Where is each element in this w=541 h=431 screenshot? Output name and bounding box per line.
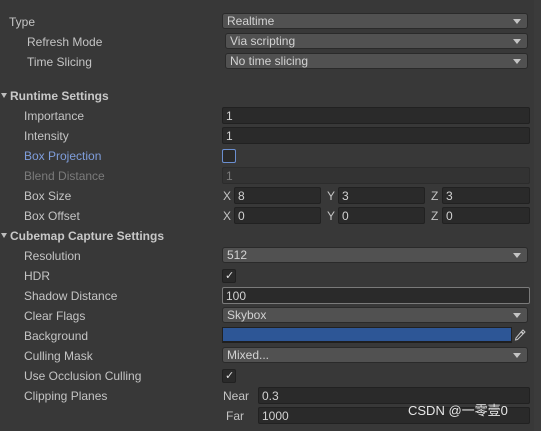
hdr-checkbox[interactable]: ✓ — [222, 269, 236, 283]
refresh-mode-value: Via scripting — [230, 34, 296, 48]
cubemap-capture-foldout[interactable]: Cubemap Capture Settings — [0, 226, 541, 246]
background-color-field[interactable] — [222, 327, 512, 343]
scrollbar[interactable] — [534, 0, 541, 431]
occlusion-culling-checkbox[interactable]: ✓ — [222, 369, 236, 383]
shadow-distance-field[interactable]: 100 — [222, 287, 530, 304]
intensity-row: Intensity 1 — [0, 126, 541, 146]
type-label: Type — [9, 15, 36, 29]
near-label: Near — [223, 389, 250, 403]
shadow-distance-row: Shadow Distance 100 — [0, 286, 541, 306]
runtime-settings-header: Runtime Settings — [10, 89, 109, 103]
chevron-down-icon — [513, 353, 521, 358]
resolution-value: 512 — [227, 248, 248, 262]
box-projection-label: Box Projection — [24, 149, 102, 163]
type-dropdown[interactable]: Realtime — [222, 13, 528, 29]
box-offset-y-field[interactable]: 0 — [338, 207, 425, 224]
watermark-text: CSDN @一零壹0 — [408, 403, 508, 418]
box-offset-y-value: 0 — [342, 209, 349, 223]
refresh-mode-row: Refresh Mode Via scripting — [0, 32, 541, 52]
chevron-down-icon — [513, 59, 521, 64]
box-size-x-field[interactable]: 8 — [234, 187, 321, 204]
intensity-value: 1 — [226, 129, 233, 143]
time-slicing-label: Time Slicing — [27, 55, 92, 69]
box-size-y-field[interactable]: 3 — [338, 187, 425, 204]
hdr-row: HDR ✓ — [0, 266, 541, 286]
blend-distance-value: 1 — [226, 169, 233, 183]
box-size-row: Box Size X 8 Y 3 Z 3 — [0, 186, 541, 206]
checkmark-icon: ✓ — [225, 270, 235, 282]
box-offset-x-field[interactable]: 0 — [234, 207, 321, 224]
box-size-x-value: 8 — [238, 189, 245, 203]
foldout-arrow-icon[interactable] — [1, 93, 7, 98]
background-label: Background — [24, 329, 89, 343]
box-projection-row: Box Projection — [0, 146, 541, 166]
box-size-z-value: 3 — [446, 189, 453, 203]
box-offset-z-field[interactable]: 0 — [442, 207, 530, 224]
runtime-settings-foldout[interactable]: Runtime Settings — [0, 86, 541, 106]
y-axis-label: Y — [327, 189, 336, 203]
clipping-planes-label: Clipping Planes — [24, 389, 108, 403]
culling-mask-row: Culling Mask Mixed... — [0, 346, 541, 366]
refresh-mode-dropdown[interactable]: Via scripting — [225, 33, 528, 49]
x-axis-label: X — [223, 209, 232, 223]
importance-label: Importance — [24, 109, 85, 123]
box-size-y-value: 3 — [342, 189, 349, 203]
box-offset-label: Box Offset — [24, 209, 80, 223]
box-offset-row: Box Offset X 0 Y 0 Z 0 — [0, 206, 541, 226]
chevron-down-icon — [513, 253, 521, 258]
hdr-label: HDR — [24, 269, 50, 283]
occlusion-culling-label: Use Occlusion Culling — [24, 369, 142, 383]
resolution-dropdown[interactable]: 512 — [222, 247, 528, 263]
box-size-label: Box Size — [24, 189, 72, 203]
near-clip-value: 0.3 — [262, 389, 279, 403]
chevron-down-icon — [513, 313, 521, 318]
resolution-row: Resolution 512 — [0, 246, 541, 266]
far-clip-value: 1000 — [262, 409, 289, 423]
far-label: Far — [226, 409, 244, 423]
clear-flags-label: Clear Flags — [24, 309, 86, 323]
foldout-arrow-icon[interactable] — [1, 233, 7, 238]
clear-flags-row: Clear Flags Skybox — [0, 306, 541, 326]
chevron-down-icon — [513, 19, 521, 24]
time-slicing-dropdown[interactable]: No time slicing — [225, 53, 528, 69]
checkmark-icon: ✓ — [225, 370, 235, 382]
alpha-bar — [223, 341, 511, 343]
blend-distance-label: Blend Distance — [24, 169, 105, 183]
z-axis-label: Z — [431, 189, 439, 203]
clear-flags-value: Skybox — [227, 308, 267, 322]
box-offset-x-value: 0 — [238, 209, 245, 223]
blend-distance-row: Blend Distance 1 — [0, 166, 541, 186]
culling-mask-label: Culling Mask — [24, 349, 93, 363]
resolution-label: Resolution — [24, 249, 81, 263]
intensity-field[interactable]: 1 — [222, 127, 530, 144]
box-offset-z-value: 0 — [446, 209, 453, 223]
culling-mask-dropdown[interactable]: Mixed... — [222, 347, 528, 363]
clear-flags-dropdown[interactable]: Skybox — [222, 307, 528, 323]
blend-distance-field: 1 — [222, 167, 530, 184]
background-row: Background — [0, 326, 541, 346]
importance-field[interactable]: 1 — [222, 107, 530, 124]
time-slicing-row: Time Slicing No time slicing — [0, 52, 541, 72]
time-slicing-value: No time slicing — [230, 54, 309, 68]
occlusion-culling-row: Use Occlusion Culling ✓ — [0, 366, 541, 386]
importance-row: Importance 1 — [0, 106, 541, 126]
shadow-distance-label: Shadow Distance — [24, 289, 118, 303]
type-row: Type Realtime — [0, 12, 541, 32]
refresh-mode-label: Refresh Mode — [27, 35, 103, 49]
box-size-z-field[interactable]: 3 — [442, 187, 530, 204]
eyedropper-icon[interactable] — [514, 327, 528, 343]
type-value: Realtime — [227, 14, 275, 28]
chevron-down-icon — [513, 39, 521, 44]
z-axis-label: Z — [431, 209, 439, 223]
y-axis-label: Y — [327, 209, 336, 223]
x-axis-label: X — [223, 189, 232, 203]
cubemap-capture-header: Cubemap Capture Settings — [10, 229, 165, 243]
intensity-label: Intensity — [24, 129, 69, 143]
importance-value: 1 — [226, 109, 233, 123]
box-projection-checkbox[interactable] — [222, 149, 236, 163]
culling-mask-value: Mixed... — [227, 348, 270, 362]
shadow-distance-value: 100 — [226, 289, 247, 303]
